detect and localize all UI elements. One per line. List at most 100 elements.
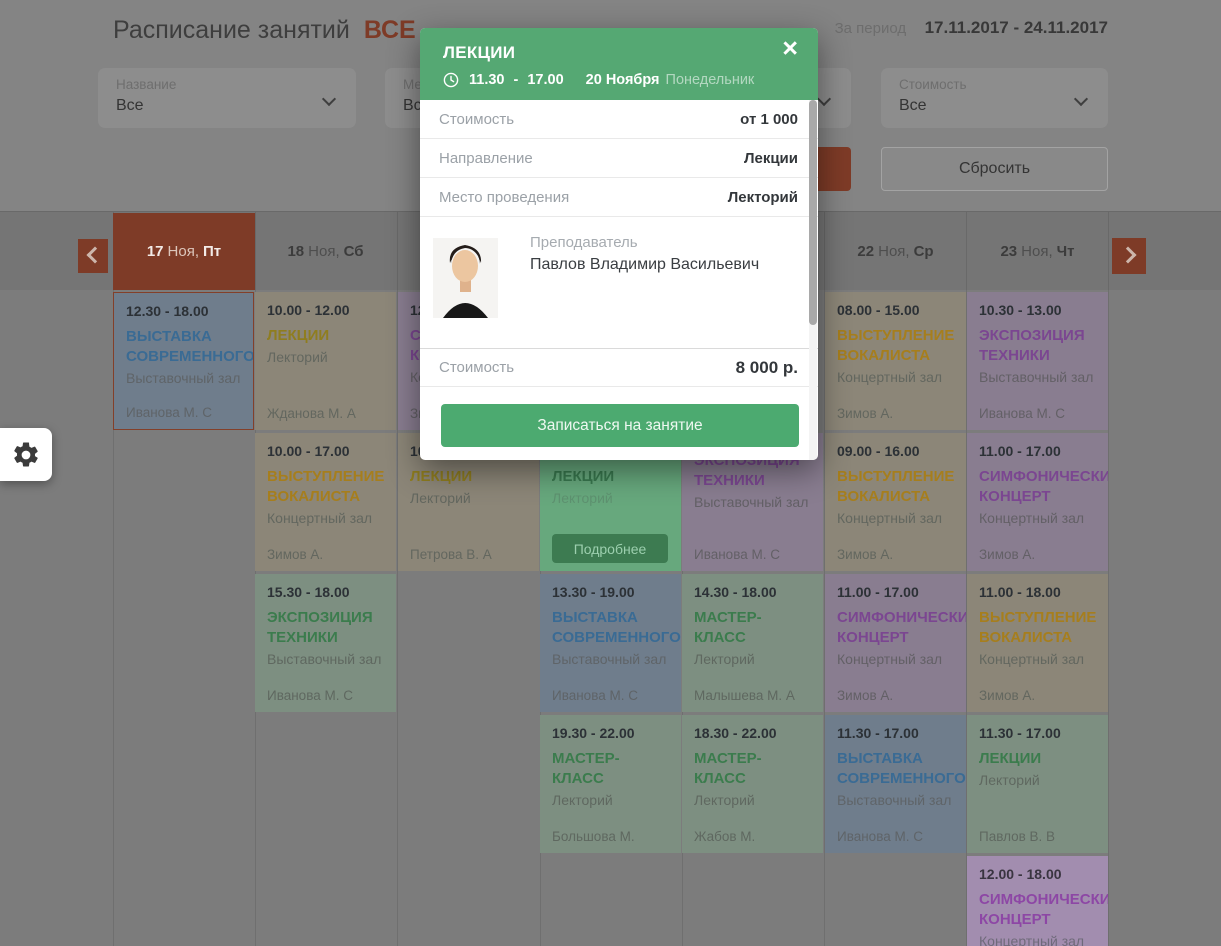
event-title: ВЫСТАВКА СОВРЕМЕННОГО <box>837 749 954 789</box>
event-location: Лекторий <box>267 349 384 365</box>
event-card[interactable]: 11.00 - 17.00СИМФОНИЧЕСКИЙ КОНЦЕРТКонцер… <box>825 574 966 712</box>
event-time: 14.30 - 18.00 <box>694 584 811 600</box>
event-title: ЛЕКЦИИ <box>267 326 384 346</box>
event-card[interactable]: 08.00 - 15.00ВЫСТУПЛЕНИЕ ВОКАЛИСТАКонцер… <box>825 292 966 430</box>
teacher-photo <box>433 238 498 318</box>
event-location: Лекторий <box>694 651 811 667</box>
event-title: МАСТЕР-КЛАСС <box>694 608 811 648</box>
filter-price[interactable]: Стоимость Все <box>881 68 1108 128</box>
event-card[interactable]: 11.30 - 17.00ВЫСТАВКА СОВРЕМЕННОГОВыстав… <box>825 715 966 853</box>
event-time: 19.30 - 22.00 <box>552 725 669 741</box>
event-card[interactable]: 12.30 - 18.00ВЫСТАВКА СОВРЕМЕННОГОВыстав… <box>113 292 254 430</box>
modal-row-direction: Направление Лекции <box>420 139 818 178</box>
day-header: 17Ноя,Пт <box>113 213 255 290</box>
event-time: 12.00 - 18.00 <box>979 866 1096 882</box>
event-location: Концертный зал <box>837 651 954 667</box>
event-card[interactable]: 09.00 - 16.00ВЫСТУПЛЕНИЕ ВОКАЛИСТАКонцер… <box>825 433 966 571</box>
filter-label: Название <box>116 77 338 92</box>
event-time: 11.00 - 18.00 <box>979 584 1096 600</box>
avatar <box>433 238 498 318</box>
modal-time: 11.30 - 17.00 <box>469 72 564 88</box>
event-location: Выставочный зал <box>694 494 811 510</box>
event-location: Концертный зал <box>267 510 384 526</box>
row-value: Лекторий <box>728 189 798 206</box>
event-title: ЛЕКЦИИ <box>979 749 1096 769</box>
event-card[interactable]: 11.00 - 18.00 ВЫСТУПЛЕНИЕ ВОКАЛИСТА Концер… <box>967 574 1108 712</box>
event-person: Иванова М. С <box>267 688 353 703</box>
event-title: ВЫСТАВКА СОВРЕМЕННОГО <box>126 327 241 367</box>
period-label: За период <box>835 20 907 37</box>
event-time: 13.30 - 19.00 <box>552 584 669 600</box>
event-card[interactable]: 10.00 - 17.00ВЫСТУПЛЕНИЕ ВОКАЛИСТАКонцер… <box>255 433 396 571</box>
event-card[interactable]: 13.30 - 19.00ВЫСТАВКА СОВРЕМЕННОГОВыстав… <box>540 574 681 712</box>
period-value[interactable]: 17.11.2017 - 24.11.2017 <box>925 18 1108 37</box>
event-person: Павлов В. В <box>979 829 1055 844</box>
event-time: 10.30 - 13.00 <box>979 302 1096 318</box>
category-dropdown-value: ВСЕ <box>364 16 416 44</box>
event-card[interactable]: 12.00 - 18.00СИМФОНИЧЕСКИЙ КОНЦЕРТКонцер… <box>967 856 1108 946</box>
filter-name[interactable]: Название Все <box>98 68 356 128</box>
event-person: Малышева М. А <box>694 688 795 703</box>
event-time: 10.00 - 12.00 <box>267 302 384 318</box>
event-time: 15.30 - 18.00 <box>267 584 384 600</box>
day-number: 22 <box>857 243 874 260</box>
filter-label: Стоимость <box>899 77 1090 92</box>
event-title: ЭКСПОЗИЦИЯ ТЕХНИКИ <box>267 608 384 648</box>
scrollbar-thumb[interactable] <box>809 100 817 325</box>
event-location: Лекторий <box>410 490 527 506</box>
teacher-name: Павлов Владимир Васильевич <box>530 256 759 274</box>
event-location: Концертный зал <box>979 651 1096 667</box>
event-title: ЭКСПОЗИЦИЯ ТЕХНИКИ <box>979 326 1096 366</box>
event-card[interactable]: 15.30 - 18.00ЭКСПОЗИЦИЯ ТЕХНИКИВыставочн… <box>255 574 396 712</box>
event-card[interactable]: 11.00 - 17.00СИМФОНИЧЕСКИЙ КОНЦЕРТКонцер… <box>967 433 1108 571</box>
event-person: Иванова М. С <box>837 829 923 844</box>
next-day-button[interactable] <box>1112 238 1146 274</box>
period: За период 17.11.2017 - 24.11.2017 <box>835 18 1108 38</box>
event-card[interactable]: 11.30 - 17.00ЛЕКЦИИЛекторийПавлов В. В <box>967 715 1108 853</box>
teacher-label: Преподаватель <box>530 234 638 251</box>
row-value: от 1 000 <box>740 111 798 128</box>
column-separator <box>1108 212 1109 946</box>
event-location: Лекторий <box>694 792 811 808</box>
event-person: Зимов А. <box>979 688 1035 703</box>
modal-scrollbar[interactable] <box>809 100 817 460</box>
event-time: 10.00 - 17.00 <box>267 443 384 459</box>
event-time: 11.00 - 17.00 <box>979 443 1096 459</box>
day-header: 18Ноя,Сб <box>255 212 396 290</box>
filter-value: Все <box>899 97 1090 115</box>
event-location: Лекторий <box>552 490 669 506</box>
prev-day-button[interactable] <box>78 239 108 273</box>
event-card[interactable]: 14.30 - 18.00 МАСТЕР-КЛАСС Лекторий Малышев… <box>682 574 823 712</box>
settings-tab[interactable] <box>0 428 52 481</box>
day-column: 18Ноя,Сб10.00 - 12.00ЛЕКЦИИЛекторийЖдано… <box>255 212 396 715</box>
event-title: ВЫСТУПЛЕНИЕ ВОКАЛИСТА <box>837 467 954 507</box>
modal-date: 20 Ноября <box>586 72 660 88</box>
close-icon[interactable]: × <box>776 34 804 63</box>
day-weekday: Пт <box>203 243 221 260</box>
event-person: Зимов А. <box>979 547 1035 562</box>
reset-button[interactable]: Сбросить <box>881 147 1108 191</box>
event-person: Большова М. <box>552 829 635 844</box>
event-location: Выставочный зал <box>979 369 1096 385</box>
day-column: 22Ноя,Ср08.00 - 15.00ВЫСТУПЛЕНИЕ ВОКАЛИС… <box>825 212 966 856</box>
modal-title: ЛЕКЦИИ <box>443 43 515 63</box>
event-card[interactable]: 18.30 - 22.00МАСТЕР-КЛАССЛекторийЖабов М… <box>682 715 823 853</box>
page-title: Расписание занятийВСЕ <box>113 16 433 45</box>
event-card[interactable]: 10.00 - 12.00ЛЕКЦИИЛекторийЖданова М. А <box>255 292 396 430</box>
clock-icon <box>443 72 459 88</box>
chevron-left-icon <box>86 246 103 263</box>
day-number: 18 <box>287 243 304 260</box>
day-month: Ноя, <box>308 243 339 260</box>
day-weekday: Ср <box>914 243 934 260</box>
event-modal: ЛЕКЦИИ × 11.30 - 17.00 20 Ноября Понедел… <box>420 28 818 460</box>
event-time: 18.30 - 22.00 <box>694 725 811 741</box>
event-title: МАСТЕР-КЛАСС <box>552 749 669 789</box>
details-button[interactable]: Подробнее <box>552 534 668 563</box>
chevron-right-icon <box>1119 246 1136 263</box>
event-card[interactable]: 19.30 - 22.00МАСТЕР-КЛАССЛекторийБольшов… <box>540 715 681 853</box>
enroll-button[interactable]: Записаться на занятие <box>441 404 799 447</box>
event-person: Иванова М. С <box>979 406 1065 421</box>
event-title: ВЫСТУПЛЕНИЕ ВОКАЛИСТА <box>979 608 1096 648</box>
day-number: 17 <box>147 243 164 260</box>
event-card[interactable]: 10.30 - 13.00 ЭКСПОЗИЦИЯ ТЕХНИКИ Выставочн… <box>967 292 1108 430</box>
